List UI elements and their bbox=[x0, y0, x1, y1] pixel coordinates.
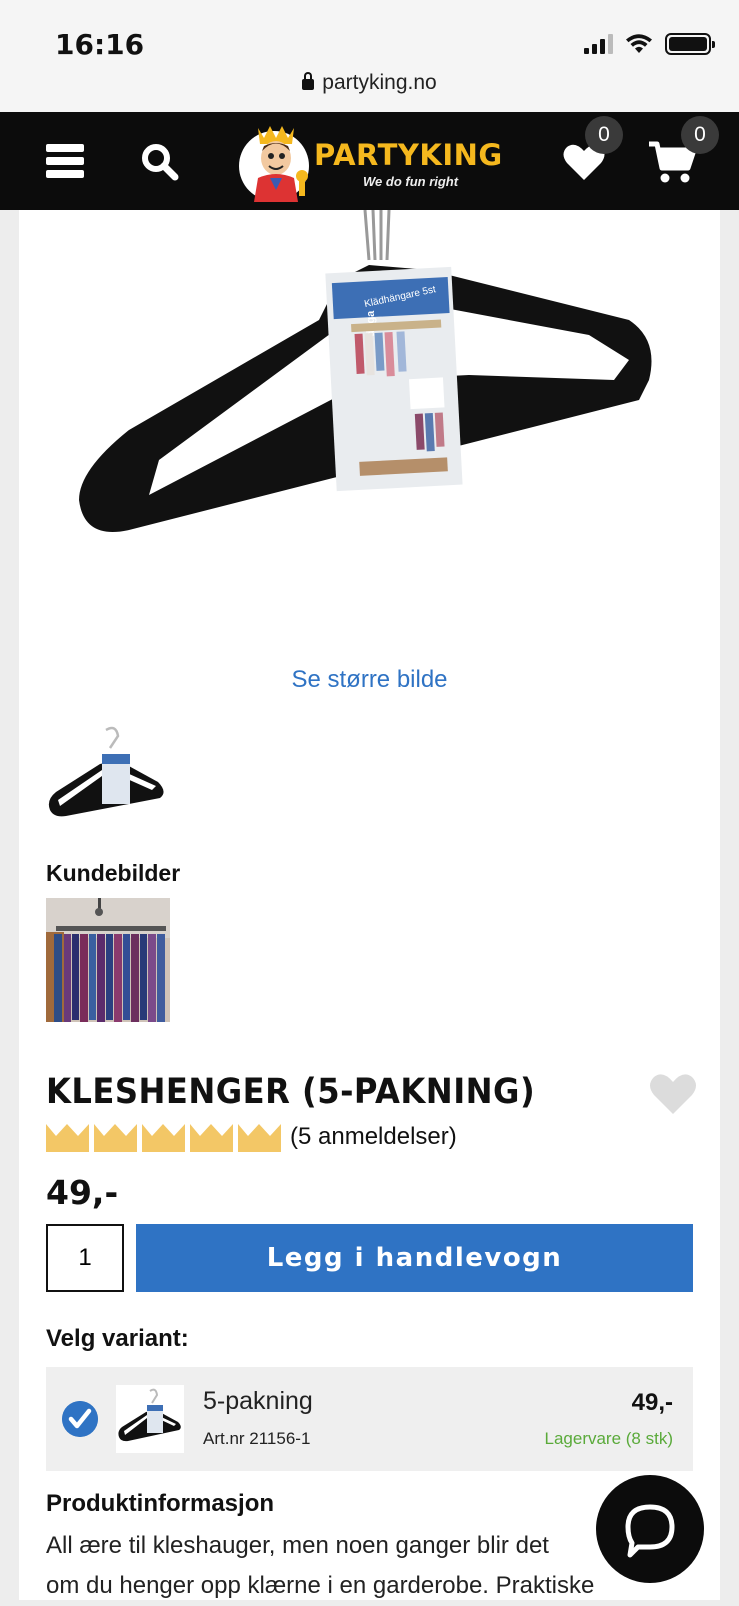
rating[interactable]: (5 anmeldelser) bbox=[46, 1122, 457, 1152]
add-to-wishlist-heart-icon[interactable] bbox=[649, 1072, 697, 1116]
site-header: PARTYKING We do fun right 0 0 bbox=[0, 112, 739, 210]
quantity-input[interactable] bbox=[46, 1224, 124, 1292]
crown-icon bbox=[238, 1124, 281, 1152]
partyking-logo[interactable]: PARTYKING We do fun right bbox=[236, 118, 526, 204]
variant-name: 5-pakning bbox=[203, 1387, 313, 1415]
menu-icon[interactable] bbox=[46, 144, 84, 178]
product-info-text: All ære til kleshauger, men noen ganger … bbox=[46, 1526, 666, 1606]
crown-icon bbox=[94, 1124, 137, 1152]
search-icon[interactable] bbox=[140, 142, 180, 182]
product-info-line: All ære til kleshauger, men noen ganger … bbox=[46, 1532, 549, 1559]
variant-price: 49,- bbox=[631, 1389, 673, 1416]
product-price: 49,- bbox=[46, 1173, 119, 1212]
customer-images-title: Kundebilder bbox=[46, 860, 181, 886]
wifi-icon bbox=[626, 34, 652, 53]
lock-icon bbox=[302, 72, 315, 90]
address-bar[interactable]: partyking.no bbox=[0, 71, 739, 95]
url-text: partyking.no bbox=[322, 71, 437, 94]
product-info-line: om du henger opp klærne i en garderobe. … bbox=[46, 1572, 595, 1599]
signal-icon bbox=[584, 34, 613, 54]
product-title: KLESHENGER (5-PAKNING) bbox=[46, 1072, 536, 1112]
variant-thumbnail bbox=[116, 1385, 184, 1453]
product-thumbnail[interactable] bbox=[46, 720, 170, 830]
see-larger-link[interactable]: Se større bilde bbox=[19, 666, 720, 694]
product-info-title: Produktinformasjon bbox=[46, 1490, 275, 1517]
customer-image[interactable] bbox=[46, 898, 170, 1022]
wishlist-count-badge: 0 bbox=[585, 116, 623, 154]
review-count-link[interactable]: (5 anmeldelser) bbox=[290, 1123, 457, 1151]
mascot-icon bbox=[239, 126, 309, 202]
variant-stock-status: Lagervare (8 stk) bbox=[544, 1429, 674, 1448]
chat-icon bbox=[625, 1504, 675, 1558]
product-card: Klädhängare 5st duga Se større bilde Kun… bbox=[19, 210, 720, 1600]
battery-icon bbox=[665, 33, 715, 55]
variant-title: Velg variant: bbox=[46, 1325, 189, 1352]
chat-button[interactable] bbox=[596, 1475, 704, 1583]
product-image[interactable]: Klädhängare 5st duga bbox=[69, 210, 689, 560]
crown-icon bbox=[142, 1124, 185, 1152]
add-to-cart-button[interactable]: Legg i handlevogn bbox=[136, 1224, 693, 1292]
variant-art-nr: Art.nr 21156-1 bbox=[203, 1429, 311, 1448]
check-icon bbox=[62, 1401, 98, 1437]
crown-icon bbox=[190, 1124, 233, 1152]
variant-option[interactable]: 5-pakning Art.nr 21156-1 49,- Lagervare … bbox=[46, 1367, 693, 1471]
status-time: 16:16 bbox=[55, 28, 145, 61]
brand-tagline: We do fun right bbox=[363, 174, 459, 189]
crown-icon bbox=[46, 1124, 89, 1152]
brand-name: PARTYKING bbox=[314, 138, 503, 172]
system-icons bbox=[584, 33, 715, 55]
cart-count-badge: 0 bbox=[681, 116, 719, 154]
status-bar: 16:16 partyking.no bbox=[0, 0, 739, 112]
